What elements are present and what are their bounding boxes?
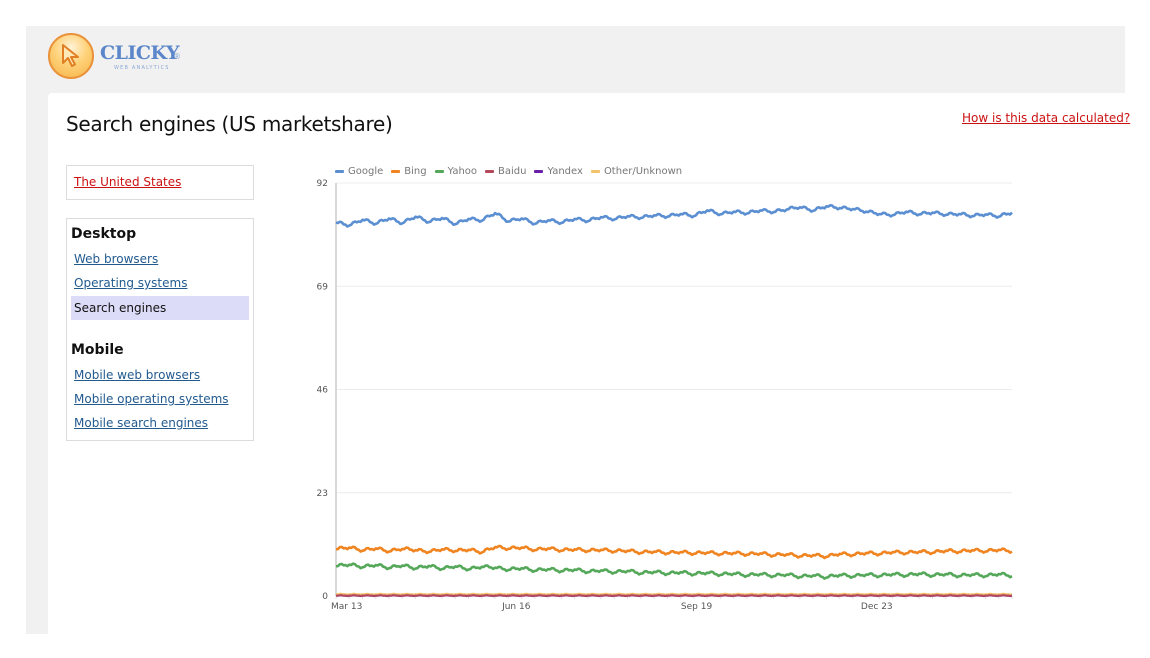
series-line-yahoo	[335, 562, 1013, 580]
clicky-logo[interactable]: CLICKY ® WEB ANALYTICS	[48, 31, 188, 83]
x-tick-label: Mar 13	[331, 602, 362, 612]
marketshare-line-chart: 0 23 46 69 92 Mar 13 Jun 16 Sep 19 Dec 23	[317, 179, 1013, 612]
series-line-baidu	[336, 594, 1013, 597]
y-tick-label: 46	[317, 386, 329, 396]
brand-tagline: WEB ANALYTICS	[114, 65, 170, 71]
sidebar-item-operating-systems[interactable]: Operating systems	[74, 276, 187, 290]
y-tick-label: 23	[317, 489, 328, 499]
x-tick-label: Jun 16	[501, 602, 531, 612]
sidebar-item-search-engines[interactable]: Search engines	[71, 296, 249, 320]
sidebar-item-mobile-operating-systems[interactable]: Mobile operating systems	[74, 392, 229, 406]
sidebar-nav: Desktop Web browsers Operating systems S…	[66, 218, 254, 441]
how-calculated-link[interactable]: How is this data calculated?	[962, 111, 1130, 125]
sidebar-item-label: Search engines	[74, 301, 167, 315]
series-line-google	[335, 204, 1013, 228]
y-tick-label: 92	[317, 179, 328, 189]
registered-mark: ®	[173, 52, 181, 61]
section-heading-desktop: Desktop	[71, 226, 137, 242]
country-link[interactable]: The United States	[74, 175, 181, 189]
y-tick-label: 69	[317, 282, 329, 292]
x-tick-label: Sep 19	[681, 602, 713, 612]
sidebar-item-mobile-web-browsers[interactable]: Mobile web browsers	[74, 368, 200, 382]
series-line-bing	[335, 544, 1013, 560]
brand-name: CLICKY	[100, 42, 180, 64]
cursor-arrow-icon	[48, 33, 94, 79]
x-tick-label: Dec 23	[861, 602, 893, 612]
section-heading-mobile: Mobile	[71, 342, 124, 358]
sidebar-item-web-browsers[interactable]: Web browsers	[74, 252, 158, 266]
country-box: The United States	[66, 165, 254, 200]
page-title: Search engines (US marketshare)	[66, 112, 393, 136]
sidebar-item-mobile-search-engines[interactable]: Mobile search engines	[74, 416, 208, 430]
y-tick-label: 0	[322, 592, 328, 602]
